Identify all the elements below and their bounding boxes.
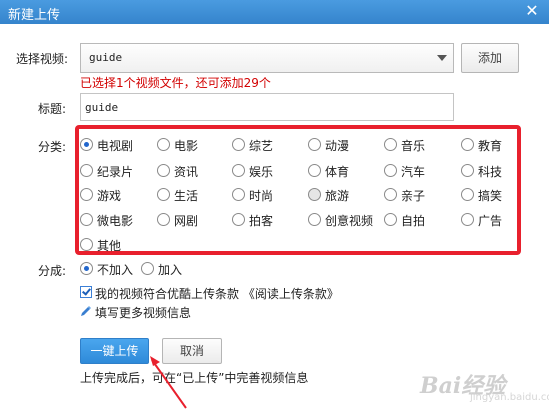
split-option-yes-label: 加入 [158,263,183,277]
title-input-value: guide [85,101,119,114]
split-label: 分成: [38,264,67,278]
radio-icon [80,188,93,201]
radio-icon [308,188,321,201]
title-input[interactable]: guide [80,93,454,121]
radio-icon [308,164,321,177]
category-label-text: 网剧 [174,214,199,228]
category-label-text: 电视剧 [97,139,134,153]
title-label: 标题: [38,102,67,116]
upload-button[interactable]: 一键上传 [80,338,149,364]
category-label-text: 纪录片 [97,165,134,179]
category-label-text: 搞笑 [478,189,503,203]
more-info-link[interactable]: 填写更多视频信息 [95,304,191,321]
radio-icon [308,213,321,226]
category-label-text: 电影 [174,139,199,153]
category-label-text: 科技 [478,165,503,179]
category-label-text: 游戏 [97,189,122,203]
category-label-text: 自拍 [401,214,426,228]
category-label-text: 综艺 [249,139,274,153]
red-arrow-annotation [150,356,187,409]
radio-icon [384,138,397,151]
footer-hint: 上传完成后，可在“已上传”中完善视频信息 [80,371,309,385]
video-select[interactable]: guide [80,43,454,73]
radio-icon [232,188,245,201]
category-label-text: 音乐 [401,139,426,153]
category-label-text: 动漫 [325,139,350,153]
radio-icon [384,164,397,177]
radio-icon [384,213,397,226]
category-label: 分类: [38,140,67,154]
close-icon[interactable]: ✕ [524,1,540,21]
category-label-text: 资讯 [174,165,199,179]
radio-icon [461,213,474,226]
radio-icon [232,164,245,177]
category-label-text: 广告 [478,214,503,228]
category-label-text: 汽车 [401,165,426,179]
title-bar: 新建上传 ✕ [0,0,549,24]
radio-icon [141,262,154,275]
radio-icon [157,138,170,151]
radio-icon [232,138,245,151]
watermark-brand: Bai [420,373,462,399]
category-label-text: 亲子 [401,189,426,203]
category-label-text: 时尚 [249,189,274,203]
chevron-down-icon [437,55,447,61]
video-select-value: guide [89,51,123,64]
pencil-icon [81,306,91,316]
split-option-no-label: 不加入 [97,263,134,277]
radio-icon [80,213,93,226]
window-title: 新建上传 [8,8,61,23]
radio-icon [384,188,397,201]
video-label: 选择视频: [16,52,69,66]
category-highlight-box [75,125,521,255]
radio-icon [157,213,170,226]
radio-icon [232,213,245,226]
category-label-text: 旅游 [325,189,350,203]
selection-notice: 已选择1个视频文件，还可添加29个 [80,76,271,90]
category-label-text: 生活 [174,189,199,203]
radio-selected-icon [80,138,93,151]
category-label-text: 拍客 [249,214,274,228]
radio-icon [80,238,93,251]
radio-icon [308,138,321,151]
watermark-url: jingyan.baidu.com [470,392,549,403]
category-label-text: 体育 [325,165,350,179]
radio-icon [461,188,474,201]
agreement-text[interactable]: 我的视频符合优酷上传条款 《阅读上传条款》 [95,285,339,302]
radio-icon [461,164,474,177]
category-label-text: 创意视频 [325,214,374,228]
radio-icon [80,164,93,177]
add-button[interactable]: 添加 [461,43,519,73]
agreement-checkbox[interactable] [80,286,92,298]
category-label-text: 教育 [478,139,503,153]
radio-icon [157,164,170,177]
category-label-text: 其他 [97,239,122,253]
radio-selected-icon [80,262,93,275]
radio-icon [157,188,170,201]
radio-icon [461,138,474,151]
category-label-text: 微电影 [97,214,134,228]
category-label-text: 娱乐 [249,165,274,179]
